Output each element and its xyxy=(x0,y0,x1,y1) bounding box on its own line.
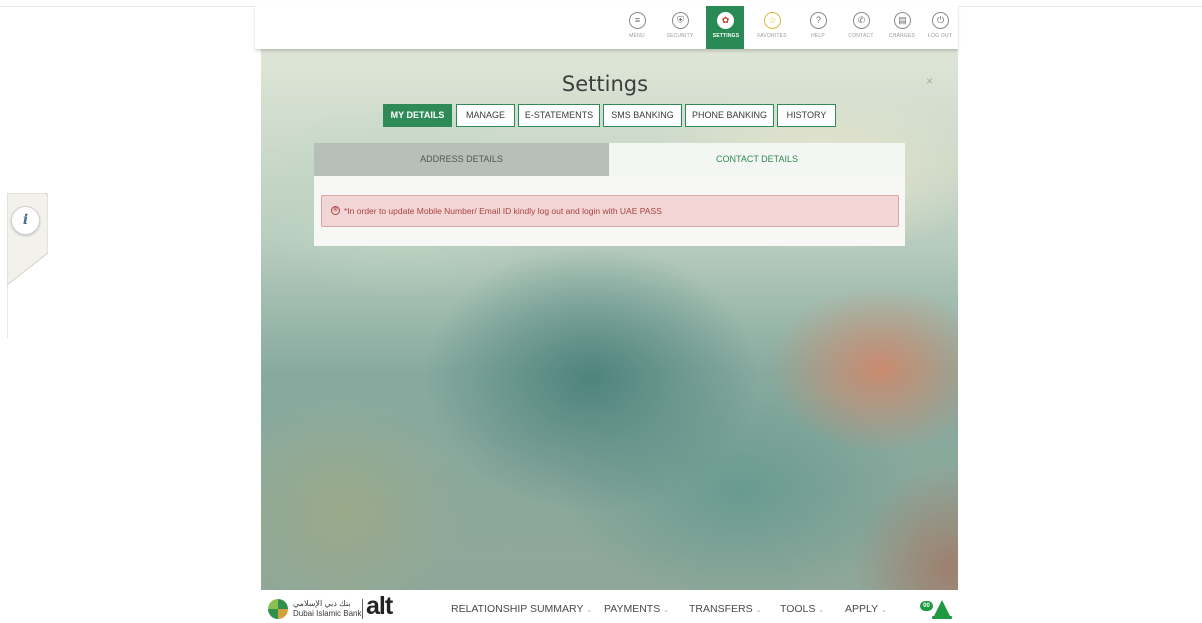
close-icon[interactable]: × xyxy=(926,74,933,88)
page-title: Settings xyxy=(561,72,649,96)
settings-button[interactable]: ✿ SETTINGS xyxy=(706,6,744,49)
bank-logo-icon xyxy=(268,599,288,619)
subtab-contact-details[interactable]: CONTACT DETAILS xyxy=(609,143,905,176)
info-button[interactable]: i xyxy=(11,206,40,235)
subtab-address-details[interactable]: ADDRESS DETAILS xyxy=(314,143,609,176)
tab-e-statements[interactable]: E-STATEMENTS xyxy=(518,104,600,127)
logo-english-text: Dubai Islamic Bank xyxy=(293,609,362,618)
menu-button[interactable]: ≡ MENU xyxy=(617,6,657,49)
bell-icon-base xyxy=(932,616,952,619)
settings-icon: ✿ xyxy=(717,12,734,29)
details-card: ADDRESS DETAILS CONTACT DETAILS ⊗ *In ord… xyxy=(314,143,905,246)
chevron-down-icon: ⌄ xyxy=(881,607,887,614)
top-toolbar: ≡ MENU ⛨ SECURITY ✿ SETTINGS ☆ FAVORITES… xyxy=(255,6,958,49)
menu-label: MENU xyxy=(629,33,645,39)
nav-relationship-summary[interactable]: RELATIONSHIP SUMMARY ⌄ xyxy=(451,603,592,615)
power-icon: ⏻ xyxy=(932,12,949,29)
security-icon: ⛨ xyxy=(672,12,689,29)
tab-sms-banking[interactable]: SMS BANKING xyxy=(603,104,682,127)
tab-history[interactable]: HISTORY xyxy=(777,104,836,127)
chevron-down-icon: ⌄ xyxy=(586,607,593,614)
chevron-down-icon: ⌄ xyxy=(663,607,670,614)
settings-label: SETTINGS xyxy=(712,33,740,39)
nav-apply[interactable]: APPLY ⌄ xyxy=(845,603,887,615)
alt-brand-logo[interactable]: alt xyxy=(366,592,393,621)
security-button[interactable]: ⛨ SECURITY xyxy=(660,6,700,49)
nav-tools[interactable]: TOOLS ⌄ xyxy=(780,603,824,615)
tab-phone-banking[interactable]: PHONE BANKING xyxy=(685,104,774,127)
notifications-button[interactable]: 00 xyxy=(920,598,952,620)
contact-button[interactable]: ✆ CONTACT xyxy=(841,6,881,49)
charges-icon: ▤ xyxy=(894,12,911,29)
help-label: HELP xyxy=(811,33,825,39)
logout-label: LOG OUT xyxy=(928,33,952,39)
nav-payments[interactable]: PAYMENTS ⌄ xyxy=(604,603,669,615)
logout-button[interactable]: ⏻ LOG OUT xyxy=(920,6,960,49)
security-label: SECURITY xyxy=(666,33,694,39)
star-icon: ☆ xyxy=(764,12,781,29)
logo-divider xyxy=(362,599,363,619)
tab-my-details[interactable]: MY DETAILS xyxy=(383,104,452,127)
nav-label: PAYMENTS xyxy=(604,603,661,615)
error-icon: ⊗ xyxy=(331,206,340,216)
nav-transfers[interactable]: TRANSFERS ⌄ xyxy=(689,603,761,615)
notification-badge: 00 xyxy=(920,601,933,611)
phone-icon: ✆ xyxy=(853,12,870,29)
background-image xyxy=(261,49,958,590)
info-side-tab: i xyxy=(7,193,48,338)
chevron-down-icon: ⌄ xyxy=(818,607,825,614)
nav-label: RELATIONSHIP SUMMARY xyxy=(451,603,584,615)
alert-text: *In order to update Mobile Number/ Email… xyxy=(344,206,662,216)
favorites-label: FAVORITES xyxy=(757,33,787,39)
bell-icon xyxy=(934,600,950,616)
charges-button[interactable]: ▤ CHARGES xyxy=(882,6,922,49)
bottom-nav: بنك دبي الإسلامي Dubai Islamic Bank alt … xyxy=(260,590,960,623)
help-icon: ? xyxy=(810,12,827,29)
tab-manage[interactable]: MANAGE xyxy=(456,104,515,127)
nav-label: TRANSFERS xyxy=(689,603,753,615)
nav-label: TOOLS xyxy=(780,603,816,615)
logo-arabic-text: بنك دبي الإسلامي xyxy=(293,599,351,608)
menu-icon: ≡ xyxy=(629,12,646,29)
alert-message: ⊗ *In order to update Mobile Number/ Emai… xyxy=(321,195,899,227)
nav-label: APPLY xyxy=(845,603,879,615)
chevron-down-icon: ⌄ xyxy=(755,607,762,614)
help-button[interactable]: ? HELP xyxy=(798,6,838,49)
favorites-button[interactable]: ☆ FAVORITES xyxy=(752,6,792,49)
